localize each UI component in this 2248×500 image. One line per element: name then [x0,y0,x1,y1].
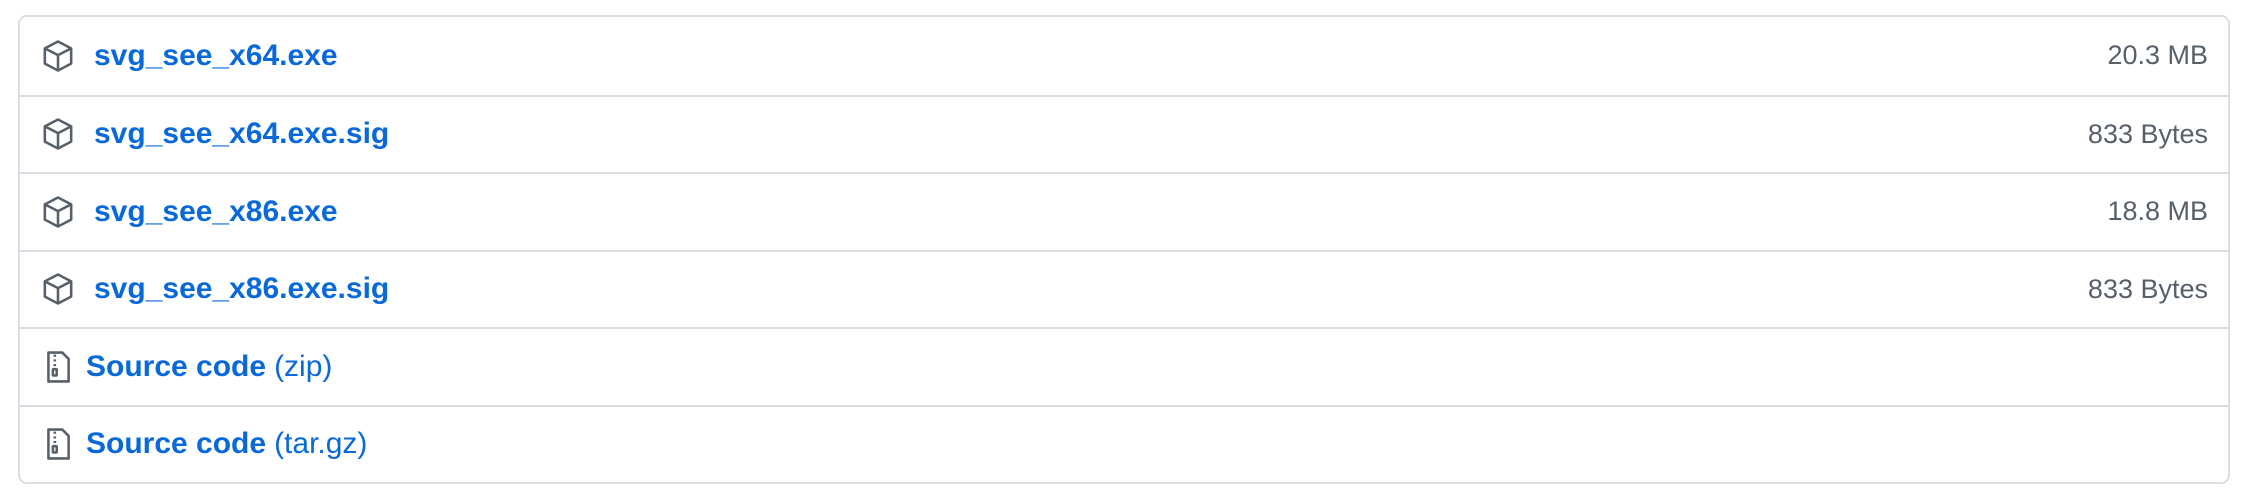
asset-link[interactable]: svg_see_x86.exe [94,195,338,229]
file-zip-icon [40,426,76,462]
asset-row: svg_see_x86.exe 18.8 MB [20,172,2228,250]
asset-link[interactable]: svg_see_x64.exe [94,39,338,73]
source-code-label: Source code [86,349,267,383]
package-icon [40,194,76,230]
release-assets-list: svg_see_x64.exe 20.3 MB svg_see_x64.exe.… [18,15,2230,484]
source-code-format: (zip) [274,349,333,383]
source-code-format: (tar.gz) [274,427,368,461]
package-icon [40,271,76,307]
package-icon [40,38,76,74]
source-code-label: Source code [86,427,267,461]
source-code-targz-link[interactable]: Source code (tar.gz) [86,427,367,461]
asset-link[interactable]: svg_see_x86.exe.sig [94,272,389,306]
asset-size: 833 Bytes [2087,118,2208,149]
package-icon [40,116,76,152]
asset-row: svg_see_x64.exe.sig 833 Bytes [20,94,2228,173]
file-zip-icon [40,349,76,385]
source-code-row: Source code (zip) [20,327,2228,405]
asset-row: svg_see_x64.exe 20.3 MB [20,17,2228,95]
asset-row: svg_see_x86.exe.sig 833 Bytes [20,249,2228,328]
asset-size: 833 Bytes [2087,273,2208,304]
asset-link[interactable]: svg_see_x64.exe.sig [94,117,389,151]
asset-size: 18.8 MB [2107,196,2208,227]
asset-size: 20.3 MB [2107,40,2208,71]
source-code-row: Source code (tar.gz) [20,404,2228,483]
source-code-zip-link[interactable]: Source code (zip) [86,350,332,384]
